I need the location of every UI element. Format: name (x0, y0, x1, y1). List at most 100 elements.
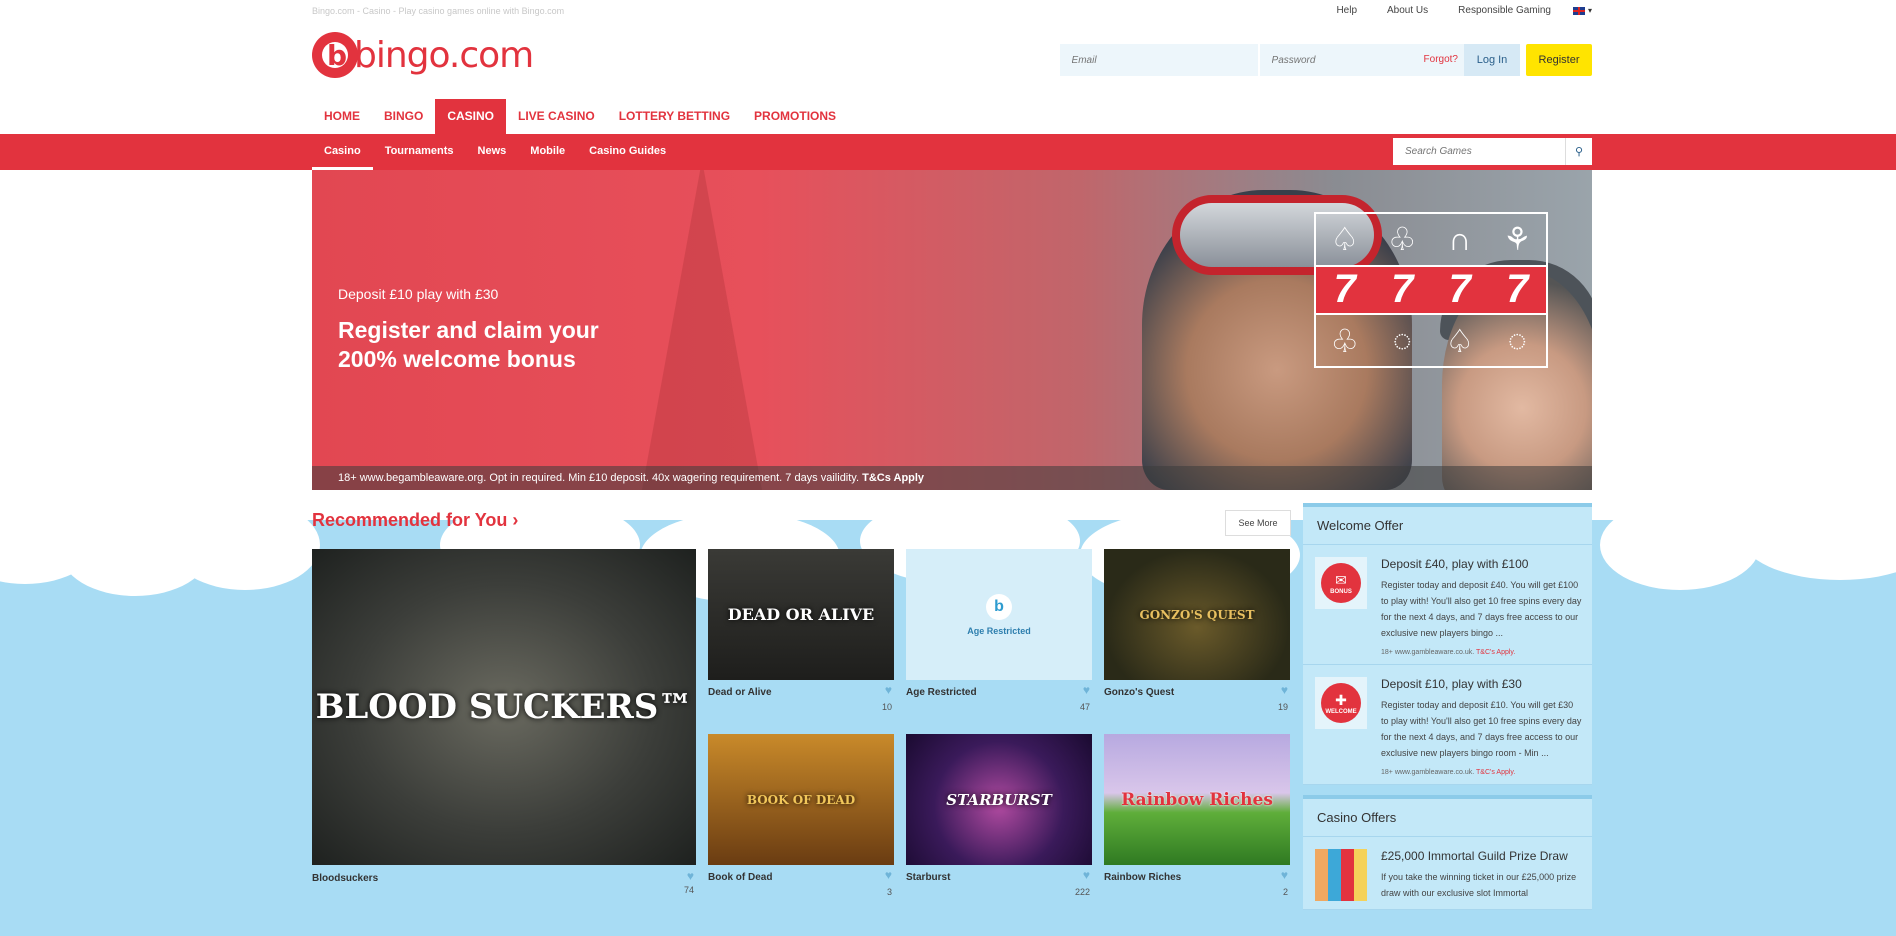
casino-offers-panel: Casino Offers £25,000 Immortal Guild Pri… (1303, 795, 1592, 910)
email-field[interactable] (1059, 44, 1258, 76)
offer-item[interactable]: £25,000 Immortal Guild Prize Draw If you… (1303, 837, 1592, 910)
game-tile-book-of-dead[interactable]: BOOK OF DEAD Book of Dead ♥ 3 (708, 734, 894, 899)
seven-icon: 7 (1431, 264, 1489, 316)
like-count: 47 (1079, 702, 1090, 712)
game-name[interactable]: Age Restricted (906, 687, 977, 698)
login-button[interactable]: Log In (1464, 44, 1520, 76)
surfboards-image (1315, 849, 1367, 901)
game-tile-rainbow-riches[interactable]: Rainbow Riches Rainbow Riches ♥ 2 (1104, 734, 1290, 899)
welcome-offer-title: Welcome Offer (1303, 507, 1592, 545)
header: b bingo.com Forgot? Log In Register (312, 30, 1592, 90)
uk-flag-icon (1572, 6, 1585, 15)
heart-icon[interactable]: ♥ (687, 869, 694, 883)
game-thumbnail[interactable]: BLOOD SUCKERS™ (312, 549, 696, 865)
language-selector[interactable]: ▾ (1572, 6, 1592, 15)
heart-icon[interactable]: ♥ (885, 868, 892, 882)
responsible-gaming-link[interactable]: Responsible Gaming (1458, 5, 1551, 16)
forgot-password-link[interactable]: Forgot? (1417, 44, 1464, 76)
help-link[interactable]: Help (1336, 5, 1357, 16)
horseshoe-icon: ∩ (1448, 220, 1472, 257)
game-thumbnail[interactable]: DEAD OR ALIVE (708, 549, 894, 680)
recommended-title[interactable]: Recommended for You › (312, 510, 518, 531)
game-thumb-title: Age Restricted (967, 625, 1031, 636)
subnav-tournaments[interactable]: Tournaments (373, 134, 466, 170)
like-count: 3 (886, 887, 892, 897)
offer-footer: 18+ www.gambleaware.co.uk. T&C's Apply. (1381, 769, 1516, 776)
game-tile-gonzos-quest[interactable]: GONZO'S QUEST Gonzo's Quest ♥ 19 (1104, 549, 1290, 714)
offer-title[interactable]: £25,000 Immortal Guild Prize Draw (1381, 849, 1582, 863)
heart-icon[interactable]: ♥ (1281, 683, 1288, 697)
offer-description: If you take the winning ticket in our £2… (1381, 872, 1577, 898)
offer-title[interactable]: Deposit £10, play with £30 (1381, 677, 1582, 691)
game-thumb-title: DEAD OR ALIVE (727, 605, 875, 624)
nav-promotions[interactable]: PROMOTIONS (742, 99, 848, 134)
game-name[interactable]: Rainbow Riches (1104, 872, 1181, 883)
offer-title[interactable]: Deposit £40, play with £100 (1381, 557, 1582, 571)
game-name[interactable]: Starburst (906, 872, 950, 883)
sub-nav: Casino Tournaments News Mobile Casino Gu… (312, 134, 678, 170)
search-button[interactable]: ⚲ (1565, 138, 1592, 165)
site-logo[interactable]: b bingo.com (312, 32, 534, 78)
game-thumb-title: BLOOD SUCKERS™ (315, 687, 693, 727)
gift-icon: ✉ (1335, 571, 1347, 588)
game-name[interactable]: Bloodsuckers (312, 873, 378, 884)
apple-icon: ◌ (1392, 322, 1412, 359)
game-thumbnail[interactable]: b Age Restricted (906, 549, 1092, 680)
game-thumbnail[interactable]: Rainbow Riches (1104, 734, 1290, 865)
heart-icon[interactable]: ♥ (885, 683, 892, 697)
welcome-offer-panel: Welcome Offer ✉ BONUS Deposit £40, play … (1303, 503, 1592, 785)
offer-image: ✉ BONUS (1315, 557, 1367, 609)
password-field[interactable] (1259, 44, 1418, 76)
heart-icon[interactable]: ♥ (1083, 868, 1090, 882)
spade-icon: ♤ (1330, 221, 1360, 258)
chevron-down-icon: ▾ (1587, 6, 1592, 15)
game-tile-bloodsuckers[interactable]: BLOOD SUCKERS™ Bloodsuckers ♥ 74 (312, 549, 696, 894)
offer-description: Register today and deposit £10. You will… (1381, 700, 1582, 758)
game-thumbnail[interactable]: BOOK OF DEAD (708, 734, 894, 865)
search-input[interactable] (1393, 138, 1565, 165)
game-name[interactable]: Dead or Alive (708, 687, 772, 698)
game-tile-starburst[interactable]: STARBURST Starburst ♥ 222 (906, 734, 1092, 899)
nav-live-casino[interactable]: LIVE CASINO (506, 99, 607, 134)
see-more-button[interactable]: See More (1225, 510, 1291, 536)
spade-icon: ♤ (1445, 322, 1475, 359)
offer-terms-link[interactable]: T&C's Apply. (1476, 769, 1515, 776)
like-count: 10 (881, 702, 892, 712)
game-name[interactable]: Gonzo's Quest (1104, 687, 1174, 698)
game-thumbnail[interactable]: STARBURST (906, 734, 1092, 865)
login-form: Forgot? Log In Register (1059, 44, 1592, 76)
game-thumb-title: BOOK OF DEAD (746, 792, 856, 807)
offer-item[interactable]: ✚ WELCOME Deposit £10, play with £30 Reg… (1303, 665, 1592, 785)
game-thumbnail[interactable]: GONZO'S QUEST (1104, 549, 1290, 680)
logo-ball-icon: b (312, 32, 358, 78)
seven-icon: 7 (1316, 264, 1374, 316)
heart-icon[interactable]: ♥ (1281, 868, 1288, 882)
subnav-casino-guides[interactable]: Casino Guides (577, 134, 678, 170)
heart-icon[interactable]: ♥ (1083, 683, 1090, 697)
game-thumb-title: GONZO'S QUEST (1139, 607, 1255, 622)
register-button[interactable]: Register (1526, 44, 1592, 76)
game-thumb-title: STARBURST (946, 790, 1052, 809)
offer-terms-link[interactable]: T&C's Apply. (1476, 649, 1515, 656)
nav-casino[interactable]: CASINO (435, 99, 507, 134)
hero-terms-link[interactable]: T&Cs Apply (862, 472, 924, 484)
subnav-mobile[interactable]: Mobile (518, 134, 577, 170)
nav-home[interactable]: HOME (312, 99, 372, 134)
offer-item[interactable]: ✉ BONUS Deposit £40, play with £100 Regi… (1303, 545, 1592, 665)
like-count: 2 (1282, 887, 1288, 897)
subnav-casino[interactable]: Casino (312, 134, 373, 170)
hero-banner[interactable]: ♤ ♧ ∩ ⚘ 7 7 7 7 ♧ ◌ ♤ ◌ Deposit £10 play… (312, 170, 1592, 490)
seven-icon: 7 (1488, 264, 1546, 316)
top-bar: Bingo.com - Casino - Play casino games o… (312, 0, 1592, 22)
about-us-link[interactable]: About Us (1387, 5, 1428, 16)
nav-bingo[interactable]: BINGO (372, 99, 435, 134)
game-tile-age-restricted[interactable]: b Age Restricted Age Restricted ♥ 47 (906, 549, 1092, 714)
nav-lottery-betting[interactable]: LOTTERY BETTING (607, 99, 742, 134)
main-nav: HOME BINGO CASINO LIVE CASINO LOTTERY BE… (312, 99, 1592, 134)
subnav-news[interactable]: News (466, 134, 519, 170)
like-count: 19 (1277, 702, 1288, 712)
game-name[interactable]: Book of Dead (708, 872, 772, 883)
tree-silhouette (642, 170, 762, 490)
game-tile-dead-or-alive[interactable]: DEAD OR ALIVE Dead or Alive ♥ 10 (708, 549, 894, 714)
top-links: Help About Us Responsible Gaming ▾ (1306, 5, 1592, 16)
